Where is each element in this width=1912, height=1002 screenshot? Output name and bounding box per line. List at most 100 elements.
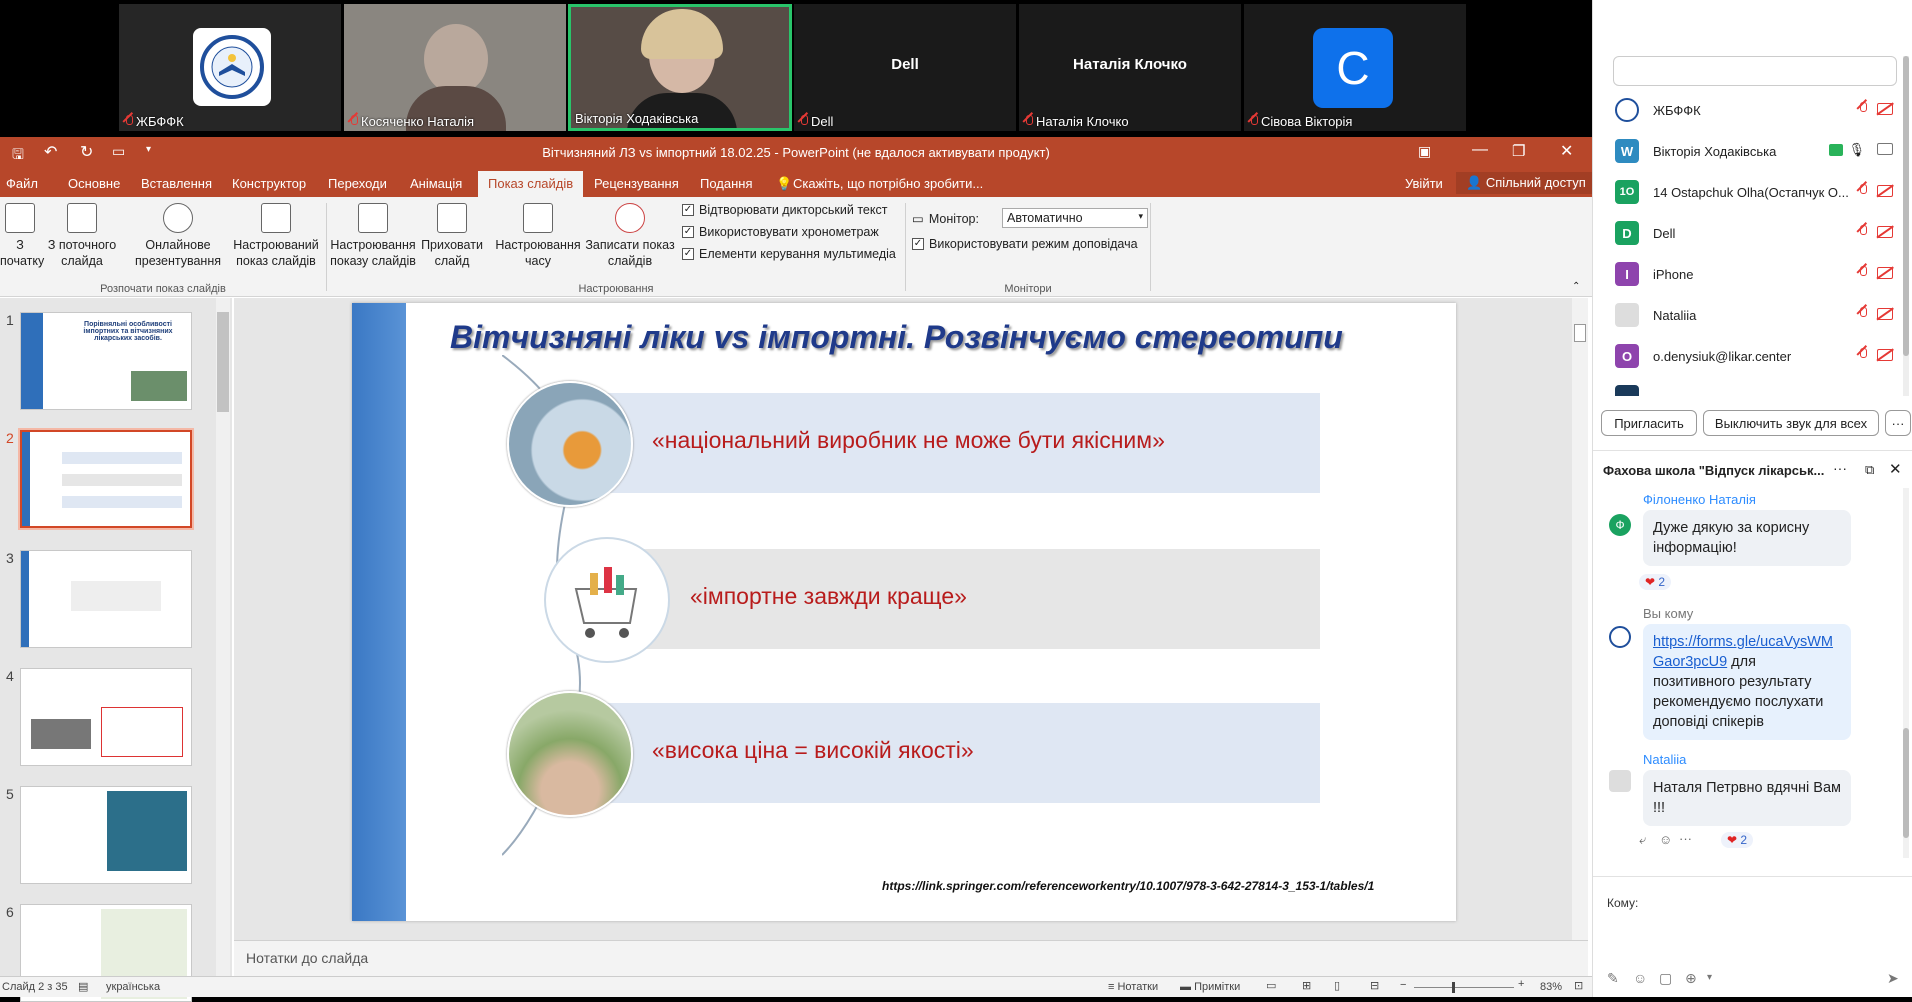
chat-message[interactable]: https://forms.gle/ucaVysWMGaor3pcU9 для … bbox=[1643, 624, 1851, 740]
from-beginning-button[interactable]: З початку bbox=[0, 203, 44, 269]
participant-row[interactable]: IiPhone bbox=[1615, 254, 1905, 294]
notes-pane[interactable]: Нотатки до слайда bbox=[234, 940, 1588, 976]
tab-file[interactable]: Файл bbox=[6, 176, 38, 191]
sign-in-link[interactable]: Увійти bbox=[1405, 176, 1443, 191]
reply-icon[interactable]: ⤶ bbox=[1639, 832, 1646, 848]
language-indicator[interactable]: українська bbox=[106, 981, 160, 993]
tab-view[interactable]: Подання bbox=[700, 176, 753, 191]
custom-show-button[interactable]: Настроюваний показ слайдів bbox=[226, 203, 326, 269]
thumbs-scrollbar[interactable] bbox=[216, 298, 230, 976]
notes-toggle[interactable]: ≡ Нотатки bbox=[1108, 981, 1158, 993]
more-icon[interactable]: ··· bbox=[1833, 460, 1847, 476]
zoom-in-icon[interactable]: + bbox=[1518, 978, 1524, 990]
rehearse-timings-button[interactable]: Настроювання часу bbox=[490, 203, 586, 269]
reading-view-icon[interactable]: ▯ bbox=[1334, 979, 1340, 992]
emoji-reaction-icon[interactable]: ☺ bbox=[1659, 832, 1672, 847]
invite-button[interactable]: Пригласить bbox=[1601, 410, 1697, 436]
close-icon[interactable]: ✕ bbox=[1560, 141, 1573, 161]
source-link[interactable]: https://link.springer.com/referenceworke… bbox=[882, 879, 1374, 893]
participant-row[interactable]: Nataliia bbox=[1615, 295, 1905, 335]
zoom-level[interactable]: 83% bbox=[1540, 981, 1562, 993]
mic-muted-icon[interactable] bbox=[1857, 184, 1867, 197]
tab-review[interactable]: Рецензування bbox=[594, 176, 679, 191]
video-tile-active[interactable]: Вікторія Ходаківська bbox=[568, 4, 792, 131]
mic-muted-icon[interactable] bbox=[1857, 225, 1867, 238]
chat-message[interactable]: Дуже дякую за корисну інформацію! bbox=[1643, 510, 1851, 566]
ribbon-display-icon[interactable]: ▣ bbox=[1418, 143, 1431, 160]
video-tile[interactable]: C Сівова Вікторія bbox=[1244, 4, 1466, 131]
mic-muted-icon[interactable] bbox=[1857, 307, 1867, 320]
from-current-button[interactable]: З поточного слайда bbox=[42, 203, 122, 269]
more-icon[interactable]: ··· bbox=[1679, 831, 1692, 846]
use-timings-checkbox[interactable]: ✓ Використовувати хронометраж bbox=[682, 225, 879, 239]
tab-insert[interactable]: Вставлення bbox=[141, 176, 212, 191]
camera-on-icon[interactable] bbox=[1877, 143, 1893, 155]
participant-row[interactable]: D Dell bbox=[1615, 213, 1905, 253]
mic-muted-icon[interactable] bbox=[1857, 266, 1867, 279]
format-icon[interactable]: ✎ bbox=[1607, 970, 1619, 987]
media-controls-checkbox[interactable]: ✓ Елементи керування мультимедіа bbox=[682, 247, 896, 261]
emoji-icon[interactable]: ☺ bbox=[1633, 970, 1647, 986]
comments-toggle[interactable]: ▬ Примітки bbox=[1180, 981, 1240, 993]
tab-transitions[interactable]: Переходи bbox=[328, 176, 387, 191]
camera-off-icon[interactable] bbox=[1877, 349, 1893, 361]
myth-text[interactable]: «імпортне завжди краще» bbox=[690, 583, 967, 610]
minimize-icon[interactable]: — bbox=[1472, 141, 1488, 159]
slide-title[interactable]: Вітчизняні ліки vs імпортні. Розвінчуємо… bbox=[450, 319, 1450, 356]
tab-animations[interactable]: Анімація bbox=[410, 176, 462, 191]
slide-thumbnail[interactable]: Порівняльні особливості імпортних та віт… bbox=[20, 312, 192, 410]
participant-row[interactable]: 1O 14 Ostapchuk Olha(Остапчук О... bbox=[1615, 172, 1905, 212]
participants-scrollbar[interactable] bbox=[1903, 56, 1909, 396]
play-narrations-checkbox[interactable]: ✓ Відтворювати дикторський текст bbox=[682, 203, 887, 217]
slide-canvas[interactable]: Вітчизняні ліки vs імпортні. Розвінчуємо… bbox=[352, 303, 1456, 921]
chat-input[interactable] bbox=[1603, 912, 1903, 962]
participant-search-input[interactable] bbox=[1613, 56, 1897, 86]
tab-slideshow[interactable]: Показ слайдів bbox=[478, 171, 584, 197]
presenter-view-checkbox[interactable]: ✓ Використовувати режим доповідача bbox=[912, 237, 1138, 251]
slide-thumbnail-selected[interactable] bbox=[18, 428, 194, 530]
popout-icon[interactable]: ⧉ bbox=[1865, 462, 1874, 478]
mic-muted-icon[interactable] bbox=[1857, 102, 1867, 115]
scrollbar-thumb[interactable] bbox=[1574, 324, 1586, 342]
chat-message[interactable]: Наталя Петрвно вдячні Вам !!! bbox=[1643, 770, 1851, 826]
slideshow-view-icon[interactable]: ⊟ bbox=[1370, 979, 1379, 992]
slide-thumbnail[interactable] bbox=[20, 786, 192, 884]
zoom-slider[interactable] bbox=[1414, 987, 1514, 988]
participant-row[interactable] bbox=[1615, 377, 1905, 396]
hide-slide-button[interactable]: Приховати слайд bbox=[418, 203, 486, 269]
record-show-button[interactable]: Записати показ слайдів bbox=[582, 203, 678, 269]
myth-text[interactable]: «національний виробник не може бути якіс… bbox=[652, 427, 1165, 454]
scrollbar-thumb[interactable] bbox=[1903, 728, 1909, 838]
camera-off-icon[interactable] bbox=[1877, 226, 1893, 238]
normal-view-icon[interactable]: ▭ bbox=[1266, 979, 1276, 992]
editor-scrollbar[interactable] bbox=[1572, 298, 1588, 940]
tell-me-box[interactable]: Скажіть, що потрібно зробити... bbox=[793, 176, 983, 191]
close-icon[interactable]: ✕ bbox=[1889, 460, 1902, 478]
video-tile[interactable]: Косяченко Наталія bbox=[344, 4, 566, 131]
scrollbar-thumb[interactable] bbox=[217, 312, 229, 412]
camera-off-icon[interactable] bbox=[1877, 308, 1893, 320]
fit-slide-icon[interactable]: ⊡ bbox=[1574, 979, 1583, 992]
setup-show-button[interactable]: Настроювання показу слайдів bbox=[328, 203, 418, 269]
send-icon[interactable]: ➤ bbox=[1887, 970, 1899, 987]
camera-off-icon[interactable] bbox=[1877, 267, 1893, 279]
spellcheck-icon[interactable]: ▤ bbox=[78, 980, 88, 993]
video-tile[interactable]: ЖБФФК bbox=[119, 4, 341, 131]
camera-off-icon[interactable] bbox=[1877, 185, 1893, 197]
video-tile[interactable]: Наталія Клочко Наталія Клочко bbox=[1019, 4, 1241, 131]
slide-thumbnail[interactable] bbox=[20, 668, 192, 766]
mic-muted-icon[interactable] bbox=[1857, 348, 1867, 361]
more-options-button[interactable]: ··· bbox=[1885, 410, 1911, 436]
participant-row[interactable]: ЖБФФК bbox=[1615, 90, 1905, 130]
tab-home[interactable]: Основне bbox=[68, 176, 120, 191]
monitor-select[interactable]: Автоматично ▾ bbox=[1002, 208, 1148, 228]
tab-design[interactable]: Конструктор bbox=[232, 176, 306, 191]
maximize-icon[interactable]: ❐ bbox=[1512, 142, 1525, 160]
slide-thumbnail[interactable] bbox=[20, 550, 192, 648]
camera-off-icon[interactable] bbox=[1877, 103, 1893, 115]
present-online-button[interactable]: Онлайнове презентування bbox=[128, 203, 228, 269]
reaction-badge[interactable]: ❤ 2 bbox=[1639, 574, 1672, 590]
scrollbar-thumb[interactable] bbox=[1903, 56, 1909, 356]
screenshot-icon[interactable]: ⊕ bbox=[1685, 970, 1697, 987]
participant-row[interactable]: W Вікторія Ходаківська 🎙 bbox=[1615, 131, 1905, 171]
